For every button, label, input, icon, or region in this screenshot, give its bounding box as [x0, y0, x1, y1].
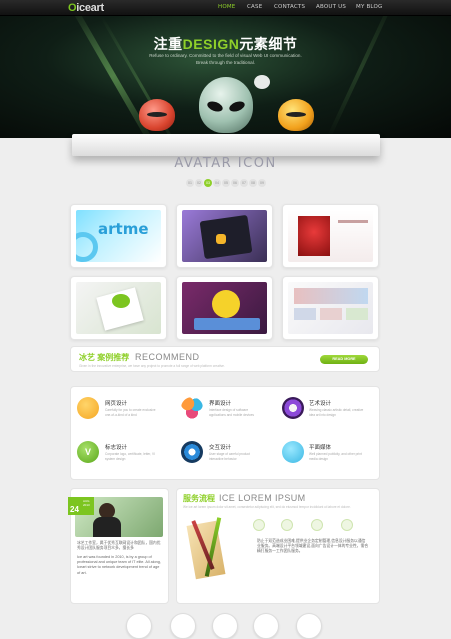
paint-icon [77, 397, 99, 419]
gallery-title: AVATAR ICON [174, 156, 277, 171]
portfolio-card-fashion[interactable] [282, 204, 379, 268]
page-dot[interactable]: 06 [231, 179, 239, 187]
v-logo-icon: V [77, 441, 99, 463]
model-figure [298, 216, 330, 256]
mail-icon[interactable] [281, 519, 293, 531]
page-dot[interactable]: 07 [240, 179, 248, 187]
service-title[interactable]: 界面设计 [209, 399, 231, 407]
heart-icon[interactable] [341, 519, 353, 531]
hero-banner: 注重DESIGN元素细节 Refuse to ordinary. Committ… [0, 16, 451, 138]
portfolio-card-green-monster[interactable] [70, 276, 167, 340]
flow-title-en: ICE LOREM IPSUM [219, 493, 306, 503]
service-desc: User stage of careful product interactiv… [209, 452, 250, 461]
service-desc: Well planned publicity, and other print … [309, 452, 362, 461]
page-dot[interactable]: 09 [258, 179, 266, 187]
recommend-title-en: RECOMMEND [135, 352, 200, 362]
nav-contacts[interactable]: CONTACTS [274, 4, 305, 10]
about-text-en: Ice art was founded in 2010, is by a gro… [77, 555, 161, 575]
recommend-title: 冰艺 案例推荐 [79, 353, 130, 362]
portfolio-thumb [288, 282, 373, 334]
page-dot[interactable]: 02 [195, 179, 203, 187]
service-title[interactable]: 艺术设计 [309, 399, 331, 407]
avatar-shelf [72, 134, 380, 156]
artme-logo-text: artme [98, 220, 149, 238]
page-dot-active[interactable]: 03 [204, 179, 212, 187]
flow-title: 服务流程 [183, 494, 215, 503]
portfolio-thumb: artme [76, 210, 161, 262]
portfolio-thumb [182, 210, 267, 262]
site-logo[interactable]: Oiceart [68, 2, 104, 14]
banner-strip [194, 318, 260, 330]
lens-icon [282, 397, 304, 419]
calendar-icon[interactable] [212, 613, 238, 639]
color-circles-icon [181, 397, 203, 419]
page-dot[interactable]: 05 [222, 179, 230, 187]
service-title[interactable]: 标志设计 [105, 443, 127, 451]
nav-my-blog[interactable]: MY BLOG [356, 4, 383, 10]
service-title[interactable]: 平面媒体 [309, 443, 331, 451]
chat-icon[interactable] [253, 519, 265, 531]
about-panel: 24 AUG 2013 冰艺工作室，属于优秀互联网设计和团队，国内优秀设计团队服… [68, 488, 169, 604]
app-icon [216, 234, 226, 244]
portfolio-card-character[interactable] [176, 276, 273, 340]
web-block [346, 308, 368, 320]
nav-home[interactable]: HOME [218, 4, 236, 10]
interaction-icon [181, 441, 203, 463]
page-dot[interactable]: 04 [213, 179, 221, 187]
hero-subtitle-2: Break through the traditional. [196, 60, 255, 65]
person-body [93, 517, 121, 537]
nav-about-us[interactable]: ABOUT US [316, 4, 346, 10]
service-desc: Corporate logo, certificate, letter, VI … [105, 452, 155, 461]
date-year: 2013 [83, 503, 90, 507]
portfolio-card-artme[interactable]: artme [70, 204, 167, 268]
web-block [294, 308, 316, 320]
apple-icon[interactable] [126, 613, 152, 639]
service-title[interactable]: 网页设计 [105, 399, 127, 407]
nav-case[interactable]: CASE [247, 4, 262, 10]
orange-alien-eyes [286, 112, 306, 117]
service-desc: Interface design of software application… [209, 408, 255, 417]
top-navigation-bar: Oiceart HOME CASE CONTACTS ABOUT US MY B… [0, 0, 451, 16]
services-panel: 网页设计 Carefully for you to create exclusi… [70, 386, 380, 480]
camera-icon[interactable] [296, 613, 322, 639]
page-dot[interactable]: 01 [186, 179, 194, 187]
red-alien-eyes [147, 112, 167, 117]
flow-subtitle: We ice art lorem ipsum dolor sit amet, c… [183, 505, 351, 509]
portfolio-thumb [76, 282, 161, 334]
service-desc: Carefully for you to create exclusive on… [105, 408, 156, 417]
web-block [320, 308, 342, 320]
character-graphic [212, 290, 240, 318]
monitor-icon[interactable] [311, 519, 323, 531]
about-text-cn: 冰艺工作室，属于优秀互联网设计和团队，国内优秀设计团队服务项目众多，擅长多 [77, 541, 161, 550]
recommend-section: 冰艺 案例推荐 RECOMMEND Given in the innovativ… [70, 346, 380, 372]
hero-title: 注重DESIGN元素细节 [153, 36, 298, 52]
portfolio-card-ui-app[interactable] [176, 204, 273, 268]
page-dot[interactable]: 08 [249, 179, 257, 187]
circle-graphic [76, 232, 98, 262]
read-more-button[interactable]: READ MORE [320, 355, 368, 364]
service-desc: Weaving classic artistic detail, creativ… [309, 408, 364, 417]
hero-subtitle: Refuse to ordinary. Committed to the fie… [149, 53, 302, 58]
portfolio-card-web-layout[interactable] [282, 276, 379, 340]
phone-screen [199, 214, 253, 260]
text-line [338, 220, 368, 223]
safari-icon[interactable] [170, 613, 196, 639]
monster-graphic [112, 294, 130, 308]
media-icon [282, 441, 304, 463]
date-day: 24 [70, 505, 79, 514]
date-badge: 24 AUG 2013 [68, 497, 94, 515]
speech-bubble-icon [254, 75, 270, 89]
portfolio-thumb [288, 210, 373, 262]
service-title[interactable]: 交互设计 [209, 443, 231, 451]
portfolio-thumb [182, 282, 267, 334]
recommend-description: Given in the innovative enterprise, we h… [79, 364, 225, 368]
globe-icon[interactable] [253, 613, 279, 639]
flow-description: 防止于双范造成业困难,提供业企务定制管理,信息设计服务以通信业服务。高端设计平台… [257, 539, 369, 553]
service-flow-panel: 服务流程 ICE LOREM IPSUM We ice art lorem ip… [176, 488, 380, 604]
web-banner [294, 288, 368, 304]
